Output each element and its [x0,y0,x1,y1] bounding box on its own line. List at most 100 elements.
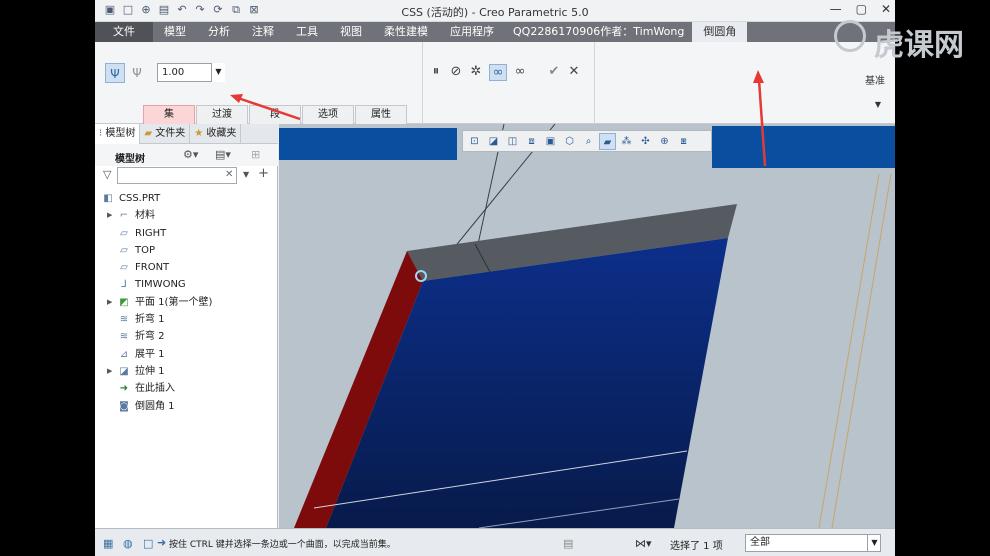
datum-dropdown-icon[interactable]: ▼ [875,100,881,109]
tree-item-part[interactable]: ◧ CSS.PRT [95,190,278,207]
tree-item-bend-1[interactable]: ≋ 折弯 1 [95,311,278,328]
maximize-button[interactable]: ▢ [856,2,867,16]
expand-arrow-icon[interactable]: ▶ [107,363,112,380]
subtab-sets[interactable]: 集 [143,105,195,124]
datum-group-label[interactable]: 基准 [865,72,885,87]
verify-icon[interactable]: ✲ [467,64,485,79]
display-style-icon[interactable]: ▣ [542,133,559,150]
tree-item-label: 折弯 2 [135,331,165,343]
minimize-button[interactable]: — [830,2,842,16]
tree-item-label: FRONT [135,262,170,274]
tree-item-label: 折弯 1 [135,314,165,326]
tree-item-label: 展平 1 [135,348,165,360]
csys-display-icon[interactable]: ✣ [637,133,654,150]
repaint-icon[interactable]: ⧈ [523,133,540,150]
tab-analysis[interactable]: 分析 [197,22,241,42]
tab-flexible-modeling[interactable]: 柔性建模 [373,22,439,42]
saved-views-icon[interactable]: ⬡ [561,133,578,150]
ok-icon[interactable]: ✔ [545,64,563,79]
tree-item-front[interactable]: ▱ FRONT [95,259,278,276]
model-view[interactable] [279,124,895,528]
title-bar: ▣ □ ⊕ ▤ ↶ ↷ ⟳ ⧉ ⊠ CSS (活动的) - Creo Param… [95,0,895,22]
tab-model-tree[interactable]: ⁝ 模型树 [95,124,141,144]
tab-model[interactable]: 模型 [153,22,197,42]
pause-icon[interactable]: ⏸ [427,64,445,79]
graphics-viewport[interactable]: ⊡ ◪ ◫ ⧈ ▣ ⬡ ⌕ ▰ ⁂ ✣ ⊕ ⧆ [279,124,895,528]
search-dropdown-icon[interactable]: ▼ [243,170,249,179]
tree-item-unbend[interactable]: ⊿ 展平 1 [95,346,278,363]
subtab-transitions[interactable]: 过渡 [196,105,248,124]
folder-icon: ▰ [144,128,156,139]
tree-item-material[interactable]: ▶ ⌐ 材料 [95,207,278,224]
spin-center-icon[interactable]: ▰ [599,132,616,150]
subtab-options[interactable]: 选项 [302,105,354,124]
selection-count[interactable]: 选择了 1 项 [670,537,723,552]
tree-search-input[interactable] [117,167,237,184]
datum-display-icon[interactable]: ⌕ [580,133,597,150]
tab-round[interactable]: 倒圆角 [692,22,748,42]
tab-favorites[interactable]: ★ 收藏夹 [190,124,242,144]
annotation-display-icon[interactable]: ⁂ [618,133,635,150]
tab-view[interactable]: 视图 [329,22,373,42]
refit-icon[interactable]: ⊡ [466,133,483,150]
clear-search-icon[interactable]: ✕ [225,169,233,180]
tree-item-right[interactable]: ▱ RIGHT [95,225,278,242]
conic-round-icon[interactable]: Ψ [127,63,147,83]
tab-file[interactable]: 文件 [95,22,153,42]
radius-dropdown-icon[interactable]: ▼ [211,63,225,82]
tree-item-top[interactable]: ▱ TOP [95,242,278,259]
expand-arrow-icon[interactable]: ▶ [107,294,112,311]
round-settings-section: Ψ Ψ 1.00 ▼ 集 过渡 段 选项 属性 [95,42,423,124]
tree-item-label: 在此插入 [135,383,175,395]
zoom-out-icon[interactable]: ◫ [504,133,521,150]
selection-filter[interactable]: 全部 [745,534,881,552]
extrude-icon: ◪ [119,365,129,377]
globe-icon[interactable]: ◍ [123,537,133,550]
zoom-in-icon[interactable]: ◪ [485,133,502,150]
view-manager-icon[interactable]: ⧆ [675,133,692,150]
regen-icon[interactable]: ▤ [563,537,573,550]
creo-window: ▣ □ ⊕ ▤ ↶ ↷ ⟳ ⧉ ⊠ CSS (活动的) - Creo Param… [95,0,895,556]
material-icon: ⌐ [119,210,129,222]
preview-icon[interactable]: ∞ [489,64,507,81]
model-tree: ◧ CSS.PRT ▶ ⌐ 材料 ▱ RIGHT ▱ TOP ▱ FRONT ⅃ TIMWON… [95,190,278,415]
tree-item-bend-2[interactable]: ≋ 折弯 2 [95,328,278,345]
fullscreen-icon[interactable]: □ [143,537,153,550]
tree-item-extrude[interactable]: ▶ ◪ 拉伸 1 [95,363,278,380]
tree-item-label: TOP [135,244,156,256]
cancel-icon[interactable]: ✕ [565,64,583,79]
tree-filter-icon[interactable]: ⊞ [251,148,260,161]
show-icon[interactable]: ▤▾ [215,148,231,161]
tab-annotate[interactable]: 注释 [241,22,285,42]
glasses-icon[interactable]: ∞ [511,64,529,79]
no-preview-icon[interactable]: ⊘ [447,64,465,79]
tree-item-insert-here[interactable]: ➜ 在此插入 [95,380,278,397]
tree-item-wall[interactable]: ▶ ◩ 平面 1(第一个壁) [95,294,278,311]
model-tree-toolbar: 模型树 ⚙▾ ▤▾ ⊞ [95,144,278,166]
tab-author[interactable]: QQ2286170906作者：TimWong [505,22,692,42]
status-message: 按住 CTRL 键并选择一条边或一个曲面，以完成当前集。 [169,540,396,550]
binoculars-icon[interactable]: ⋈▾ [635,537,652,550]
overlay-bar-left [279,128,457,160]
circular-round-icon[interactable]: Ψ [105,63,125,83]
view-toolbar: ⊡ ◪ ◫ ⧈ ▣ ⬡ ⌕ ▰ ⁂ ✣ ⊕ ⧆ [462,130,712,152]
add-icon[interactable]: + [258,166,269,181]
tab-applications[interactable]: 应用程序 [439,22,505,42]
filter-dropdown-icon[interactable]: ▼ [867,534,881,552]
tab-tools[interactable]: 工具 [285,22,329,42]
status-bar: ▦ ◍ □ ➜ 按住 CTRL 键并选择一条边或一个曲面，以完成当前集。 ▤ ⋈… [95,528,895,556]
datum-plane-icon: ▱ [120,244,128,256]
point-display-icon[interactable]: ⊕ [656,133,673,150]
tab-folder-label: 文件夹 [155,128,186,139]
subtab-pieces[interactable]: 段 [249,105,301,124]
expand-arrow-icon[interactable]: ▶ [107,207,112,224]
tree-item-label: CSS.PRT [119,193,161,204]
grid-icon[interactable]: ▦ [103,537,113,550]
filter-icon[interactable]: ▽ [103,168,111,181]
tab-folder-browser[interactable]: ▰ 文件夹 [140,124,191,144]
subtab-properties[interactable]: 属性 [355,105,407,124]
tree-item-round[interactable]: ◙ 倒圆角 1 [95,398,278,415]
close-button[interactable]: ✕ [881,2,891,16]
settings-icon[interactable]: ⚙▾ [183,148,198,161]
tree-item-csys[interactable]: ⅃ TIMWONG [95,276,278,293]
